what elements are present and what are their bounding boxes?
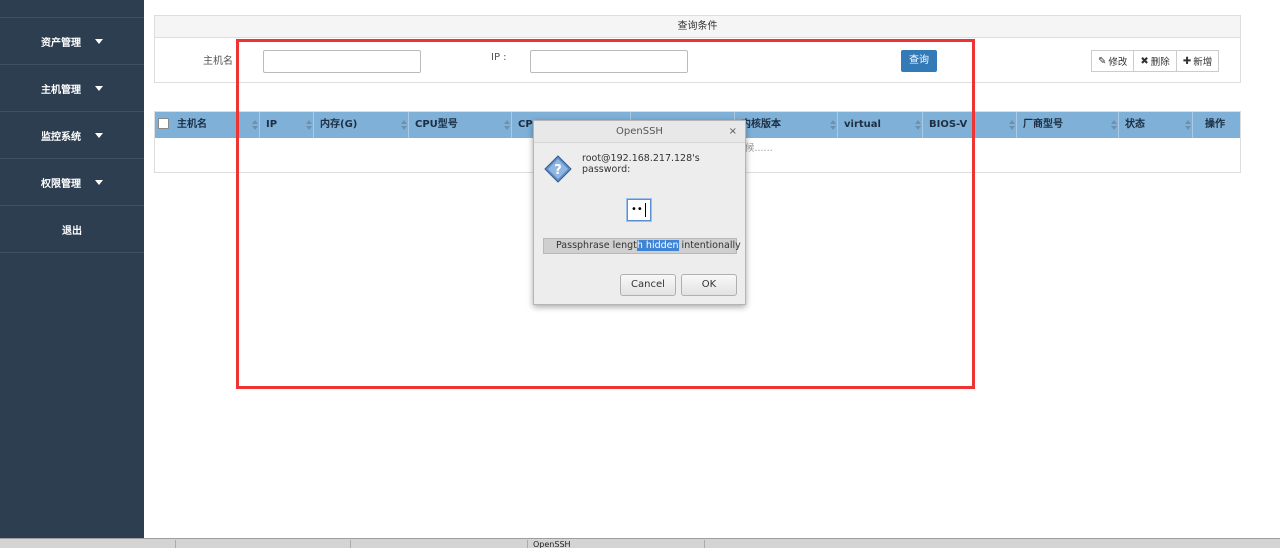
cancel-button[interactable]: Cancel <box>620 274 676 296</box>
openssh-password-dialog: OpenSSH × ? root@192.168.217.128's passw… <box>533 120 746 305</box>
taskbar: OpenSSH <box>0 538 1280 548</box>
password-prompt: root@192.168.217.128's password: <box>582 153 700 175</box>
edit-button[interactable]: ✎ 修改 <box>1091 50 1135 72</box>
delete-button-label: 删除 <box>1150 57 1170 68</box>
close-icon: ✖ <box>1140 55 1149 67</box>
sidebar-item-host-management[interactable]: 主机管理 <box>0 66 144 112</box>
sidebar-item-label: 资产管理 <box>41 38 81 49</box>
select-all-checkbox[interactable] <box>158 118 169 129</box>
column-header-status[interactable]: 状态 <box>1119 112 1193 138</box>
taskbar-item[interactable] <box>177 540 351 548</box>
sidebar-item-label: 权限管理 <box>41 179 81 190</box>
delete-button[interactable]: ✖ 删除 <box>1133 50 1177 72</box>
caret-down-icon <box>95 86 103 91</box>
column-header-actions: 操作 <box>1205 119 1225 130</box>
taskbar-item-openssh[interactable]: OpenSSH <box>529 540 705 548</box>
ok-button[interactable]: OK <box>681 274 737 296</box>
sidebar-item-permissions[interactable]: 权限管理 <box>0 160 144 206</box>
close-icon[interactable]: × <box>729 121 737 143</box>
dialog-title: OpenSSH <box>616 126 663 137</box>
text-cursor <box>645 203 646 217</box>
sidebar-item-label: 首页 <box>62 0 82 2</box>
sidebar-item-label: 退出 <box>62 226 82 237</box>
column-header-vendor-model[interactable]: 厂商型号 <box>1017 112 1119 138</box>
add-button-label: 新增 <box>1193 57 1213 68</box>
sidebar-item-logout[interactable]: 退出 <box>0 207 144 253</box>
sidebar-item-label: 主机管理 <box>41 85 81 96</box>
sidebar-item-home[interactable]: 首页 <box>0 0 144 18</box>
sidebar: 首页 资产管理 主机管理 监控系统 权限管理 退出 <box>0 0 144 540</box>
hostname-label: 主机名 <box>203 56 233 67</box>
sidebar-item-asset-management[interactable]: 资产管理 <box>0 19 144 65</box>
query-panel-title: 查询条件 <box>155 16 1240 38</box>
caret-down-icon <box>95 39 103 44</box>
action-button-group: ✎ 修改 ✖ 删除 ✚ 新增 <box>1091 50 1220 72</box>
add-button[interactable]: ✚ 新增 <box>1175 50 1220 72</box>
password-mask: •• <box>631 204 643 215</box>
dialog-title-bar: OpenSSH × <box>534 121 745 143</box>
taskbar-item[interactable] <box>352 540 528 548</box>
caret-down-icon <box>95 180 103 185</box>
sidebar-item-label: 监控系统 <box>41 132 81 143</box>
svg-text:?: ? <box>554 163 562 178</box>
edit-button-label: 修改 <box>1108 57 1128 68</box>
caret-down-icon <box>95 133 103 138</box>
question-icon: ? <box>544 155 572 183</box>
passphrase-info: Passphrase length hidden intentionally <box>543 238 741 254</box>
pencil-icon: ✎ <box>1098 55 1107 67</box>
taskbar-item[interactable] <box>0 540 176 548</box>
plus-icon: ✚ <box>1182 55 1192 67</box>
passphrase-selection: h hidden <box>636 240 679 251</box>
password-input[interactable]: •• <box>627 199 651 221</box>
sidebar-item-monitoring[interactable]: 监控系统 <box>0 113 144 159</box>
